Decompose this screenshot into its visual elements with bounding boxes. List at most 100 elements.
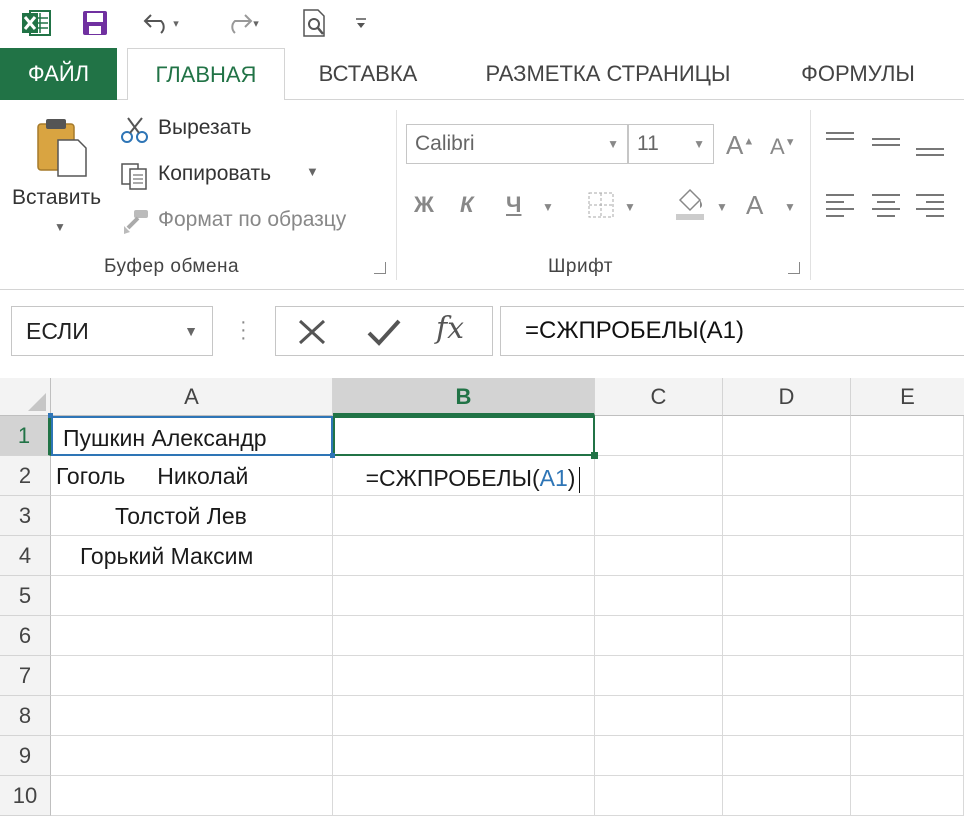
grid-cell[interactable] [333,696,595,736]
grid-cell[interactable] [51,576,333,616]
italic-button[interactable]: К [460,192,474,218]
column-header-a[interactable]: A [51,378,333,416]
copy-button[interactable]: Копировать ▼ [120,160,390,192]
grid-cell[interactable] [851,696,964,736]
grid-cell[interactable] [851,776,964,816]
grid-cell[interactable] [723,656,851,696]
row-header-10[interactable]: 10 [0,776,51,816]
grid-cell[interactable] [851,496,964,536]
grid-cell[interactable] [595,656,723,696]
grid-cell[interactable] [851,416,964,456]
reference-handle[interactable] [330,453,335,458]
cell-a4[interactable]: Горький Максим [51,536,333,576]
font-name-select[interactable]: Calibri ▼ [406,124,628,164]
font-color-button[interactable]: A [746,190,763,221]
grid-cell[interactable] [723,576,851,616]
grid-cell[interactable] [595,616,723,656]
grid-cell[interactable] [333,736,595,776]
row-header-8[interactable]: 8 [0,696,51,736]
grid-cell[interactable] [595,496,723,536]
grid-cell[interactable] [723,696,851,736]
cell-a2[interactable]: Гоголь Николай [51,456,333,496]
save-icon[interactable] [78,6,112,40]
grid-cell[interactable] [595,416,723,456]
grid-cell[interactable] [723,536,851,576]
grid-cell[interactable] [851,536,964,576]
grid-cell[interactable] [851,736,964,776]
row-header-1[interactable]: 1 [0,416,51,456]
tab-page-layout[interactable]: РАЗМЕТКА СТРАНИЦЫ [460,48,756,100]
grid-cell[interactable] [851,616,964,656]
grid-cell[interactable] [595,776,723,816]
row-header-3[interactable]: 3 [0,496,51,536]
grid-cell[interactable] [723,416,851,456]
grid-cell[interactable] [51,736,333,776]
row-header-4[interactable]: 4 [0,536,51,576]
formula-input[interactable]: =СЖПРОБЕЛЫ(A1) [500,306,964,356]
font-dialog-launcher-icon[interactable] [788,262,800,274]
select-all-button[interactable] [0,378,51,416]
chevron-down-icon[interactable]: ▼ [624,200,636,214]
grid-cell[interactable] [333,776,595,816]
tab-home[interactable]: ГЛАВНАЯ [127,48,285,101]
enter-check-icon[interactable] [366,317,402,347]
chevron-down-icon[interactable]: ▼ [716,200,728,214]
paste-button[interactable]: Вставить ▼ [10,110,110,240]
grid-cell[interactable] [723,616,851,656]
grow-font-button[interactable]: A▲ [726,130,754,161]
grid-cell[interactable] [595,576,723,616]
grid-cell[interactable] [851,656,964,696]
row-header-9[interactable]: 9 [0,736,51,776]
align-top-icon[interactable] [826,130,856,150]
grid-cell[interactable] [333,536,595,576]
shrink-font-button[interactable]: A▼ [770,134,796,160]
chevron-down-icon[interactable]: ▼ [184,307,198,355]
underline-button[interactable]: Ч [506,192,521,218]
grid-cell[interactable] [333,496,595,536]
chevron-down-icon[interactable]: ▼ [607,125,619,163]
redo-button[interactable]: ▾ [214,6,268,40]
cancel-icon[interactable] [296,317,328,347]
tab-insert[interactable]: ВСТАВКА [300,48,436,100]
format-painter-button[interactable]: Формат по образцу [120,206,390,238]
chevron-down-icon[interactable]: ▼ [693,125,705,163]
grid-cell[interactable] [851,456,964,496]
grid-cell[interactable] [333,576,595,616]
reference-handle[interactable] [48,413,53,418]
grid-cell[interactable] [595,536,723,576]
fill-color-icon[interactable] [670,186,710,222]
grid-cell[interactable] [51,696,333,736]
grid-cell[interactable] [595,456,723,496]
insert-function-icon[interactable]: fx [436,311,464,346]
align-bottom-icon[interactable] [916,142,946,162]
grid-cell[interactable] [851,576,964,616]
tab-formulas[interactable]: ФОРМУЛЫ [776,48,940,100]
row-header-7[interactable]: 7 [0,656,51,696]
undo-button[interactable]: ▾ [134,6,188,40]
font-size-select[interactable]: 11 ▼ [628,124,714,164]
tab-file[interactable]: ФАЙЛ [0,48,117,100]
bold-button[interactable]: Ж [414,192,434,218]
cell-a1[interactable]: Пушкин Александр [51,416,333,456]
grid-cell[interactable] [723,776,851,816]
row-header-6[interactable]: 6 [0,616,51,656]
borders-icon[interactable] [586,190,616,220]
cell-a3[interactable]: Толстой Лев [51,496,333,536]
align-middle-icon[interactable] [872,134,902,154]
chevron-down-icon[interactable]: ▾ [173,17,179,30]
grid-cell[interactable] [333,616,595,656]
cell-b1[interactable]: =СЖПРОБЕЛЫ(A1) [333,416,595,493]
grid-cell[interactable] [333,656,595,696]
resize-handle-icon[interactable]: · · · [240,312,247,348]
chevron-down-icon[interactable]: ▾ [253,17,259,30]
grid-cell[interactable] [51,656,333,696]
chevron-down-icon[interactable]: ▼ [542,200,554,214]
column-header-b[interactable]: B [333,378,595,416]
grid-cell[interactable] [595,736,723,776]
clipboard-dialog-launcher-icon[interactable] [374,262,386,274]
row-header-2[interactable]: 2 [0,456,51,496]
row-header-5[interactable]: 5 [0,576,51,616]
name-box[interactable]: ЕСЛИ ▼ [11,306,213,356]
align-center-icon[interactable] [872,192,902,218]
chevron-down-icon[interactable]: ▼ [54,220,66,234]
